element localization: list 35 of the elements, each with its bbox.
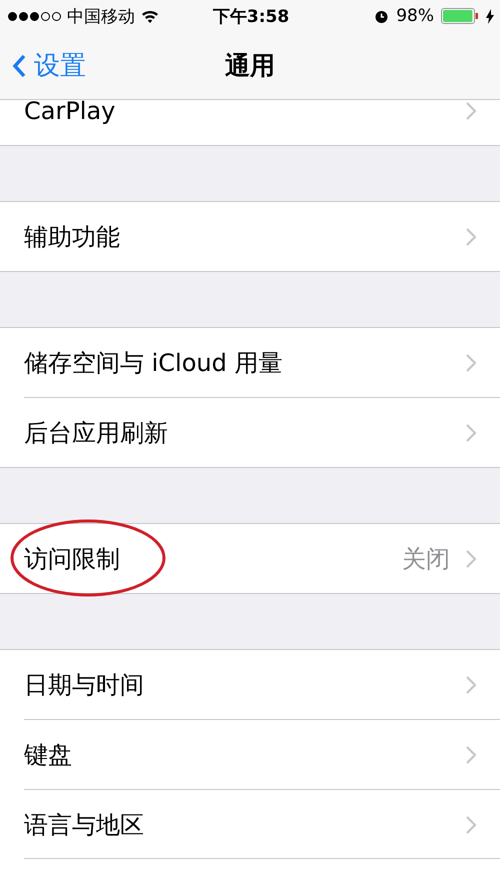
settings-row[interactable]: 储存空间与 iCloud 用量 (0, 328, 500, 397)
chevron-icon (466, 816, 476, 834)
settings-row[interactable]: 后台应用刷新 (24, 397, 500, 467)
chevron-icon (466, 228, 476, 246)
back-button[interactable]: 设置 (0, 48, 86, 83)
row-label: 后台应用刷新 (24, 418, 169, 448)
chevron-icon (466, 676, 476, 694)
battery-icon (441, 8, 480, 24)
chevron-icon (466, 424, 476, 442)
settings-row[interactable]: 访问限制 关闭 (0, 524, 500, 593)
row-label: CarPlay (24, 100, 116, 124)
wifi-icon (141, 9, 159, 23)
chevron-icon (466, 550, 476, 568)
row-label: 键盘 (24, 740, 73, 770)
charging-icon (486, 8, 494, 24)
settings-row[interactable]: 键盘 (24, 719, 500, 789)
chevron-icon (466, 746, 476, 764)
settings-row[interactable]: 语言与地区 (24, 789, 500, 859)
settings-row[interactable]: CarPlay (0, 100, 500, 145)
signal-icon (8, 12, 61, 20)
row-label: 访问限制 (24, 544, 121, 574)
row-value: 关闭 (402, 544, 450, 574)
row-label: 语言与地区 (24, 810, 145, 840)
chevron-icon (466, 354, 476, 372)
row-label: 日期与时间 (24, 670, 145, 700)
row-label: 辅助功能 (24, 222, 121, 252)
back-chevron-icon (12, 54, 26, 78)
settings-row[interactable]: 日期与时间 (0, 650, 500, 719)
clock-time: 下午3:58 (212, 6, 290, 28)
row-label: 储存空间与 iCloud 用量 (24, 348, 284, 378)
carrier-name: 中国移动 (67, 6, 135, 28)
settings-row[interactable]: 辅助功能 (0, 202, 500, 271)
alarm-icon (374, 8, 390, 24)
battery-percent: 98% (396, 6, 434, 26)
page-title: 通用 (225, 50, 275, 82)
